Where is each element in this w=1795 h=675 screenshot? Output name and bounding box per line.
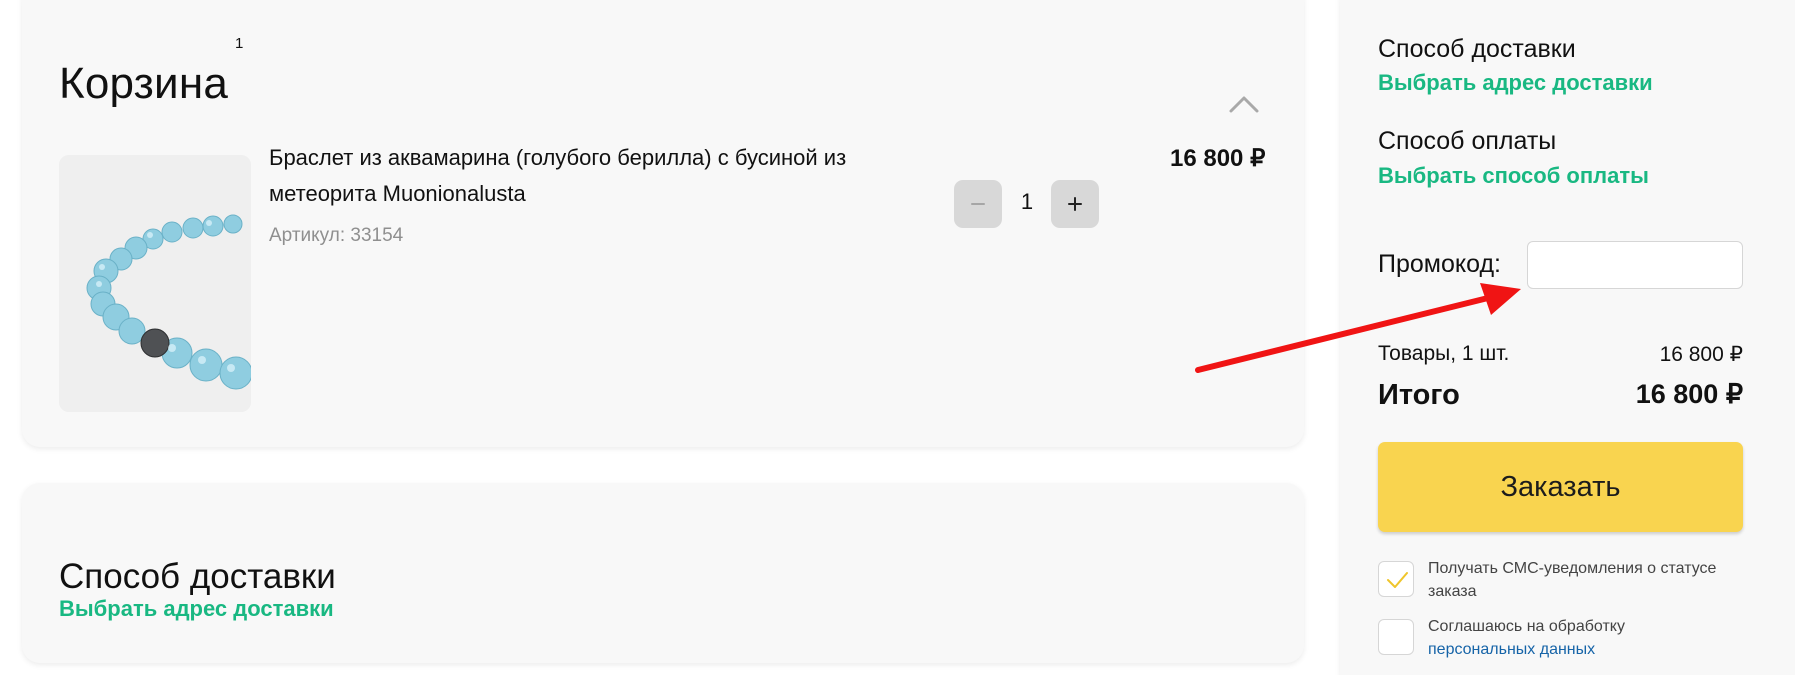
aquamarine-bracelet-image	[59, 155, 251, 412]
sms-notifications-label: Получать СМС-уведомления о статусе заказ…	[1428, 560, 1717, 600]
minus-icon	[971, 203, 985, 205]
product-sku: Артикул: 33154	[269, 225, 404, 246]
quantity-decrease-button[interactable]	[954, 180, 1002, 228]
checkmark-icon	[1387, 572, 1408, 588]
order-summary-sidebar: Способ доставки Выбрать адрес доставки С…	[1340, 0, 1795, 675]
promo-code-input[interactable]	[1527, 241, 1743, 289]
personal-data-consent-checkbox[interactable]	[1378, 619, 1414, 655]
product-price: 16 800 ₽	[1170, 145, 1266, 172]
place-order-button[interactable]: Заказать	[1378, 442, 1743, 532]
goods-total-value: 16 800 ₽	[1659, 343, 1743, 366]
sidebar-select-payment-link[interactable]: Выбрать способ оплаты	[1378, 163, 1649, 189]
sidebar-select-delivery-address-link[interactable]: Выбрать адрес доставки	[1378, 70, 1653, 96]
cart-count-badge: 1	[235, 35, 244, 52]
sidebar-shipping-title: Способ доставки	[1378, 35, 1576, 63]
quantity-value: 1	[1020, 189, 1034, 214]
quantity-increase-button[interactable]	[1051, 180, 1099, 228]
plus-icon	[1068, 197, 1082, 211]
personal-data-consent-label: Соглашаюсь на обработку персональных дан…	[1428, 615, 1748, 661]
personal-data-link[interactable]: персональных данных	[1428, 641, 1595, 658]
goods-count-label: Товары, 1 шт.	[1378, 342, 1510, 365]
sidebar-payment-title: Способ оплаты	[1378, 127, 1557, 155]
promo-code-label: Промокод:	[1378, 250, 1501, 278]
delivery-method-card: Способ доставки Выбрать адрес доставки	[22, 483, 1304, 663]
checkout-page: Корзина 1 Браслет из аквамарина (голубог…	[0, 0, 1795, 675]
cart-title: Корзина	[59, 59, 228, 109]
delivery-method-title: Способ доставки	[59, 557, 336, 597]
product-image[interactable]	[59, 155, 251, 412]
sms-notifications-checkbox[interactable]	[1378, 561, 1414, 597]
order-total-value: 16 800 ₽	[1635, 379, 1743, 409]
product-name[interactable]: Браслет из аквамарина (голубого берилла)…	[269, 140, 919, 212]
personal-data-consent-prefix: Соглашаюсь на обработку	[1428, 618, 1625, 635]
cart-card: Корзина 1 Браслет из аквамарина (голубог…	[22, 0, 1304, 447]
chevron-up-icon[interactable]	[1228, 93, 1260, 115]
select-delivery-address-link[interactable]: Выбрать адрес доставки	[59, 596, 334, 622]
order-total-label: Итого	[1378, 379, 1460, 411]
